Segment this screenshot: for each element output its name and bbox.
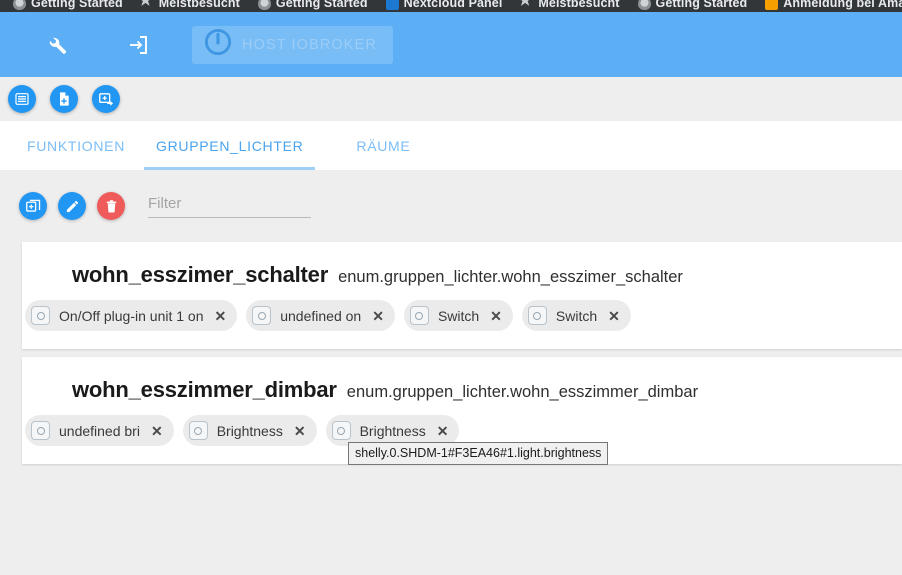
bookmark-label: Nextcloud Panel bbox=[403, 0, 503, 10]
host-iobroker-button[interactable]: HOST IOBROKER bbox=[192, 25, 393, 64]
enum-group-id: enum.gruppen_lichter.wohn_esszimmer_dimb… bbox=[346, 383, 699, 401]
shield-icon bbox=[637, 0, 651, 10]
chip-remove-icon[interactable]: ✕ bbox=[437, 424, 449, 438]
enum-group-id: enum.gruppen_lichter.wohn_esszimer_schal… bbox=[338, 268, 683, 286]
host-iobroker-label: HOST IOBROKER bbox=[242, 36, 377, 53]
state-object-icon bbox=[31, 421, 50, 440]
enum-group-header: wohn_esszimmer_dimbar enum.gruppen_lichte… bbox=[22, 357, 902, 415]
state-object-icon bbox=[188, 421, 208, 440]
enum-group-title: wohn_esszimmer_dimbar bbox=[72, 377, 337, 402]
enum-member-chip[interactable]: Switch ✕ bbox=[403, 300, 513, 331]
enum-member-label: undefined bri bbox=[59, 422, 140, 439]
star-icon bbox=[139, 0, 154, 10]
enum-member-label: undefined on bbox=[280, 307, 362, 324]
list-icon[interactable] bbox=[8, 85, 36, 113]
enum-group-list: wohn_esszimer_schalter enum.gruppen_licht… bbox=[22, 242, 902, 464]
enum-group-header: wohn_esszimer_schalter enum.gruppen_licht… bbox=[22, 242, 902, 300]
state-object-icon bbox=[31, 306, 50, 325]
browser-bookmarks-bar: Getting Started Meistbesucht Getting Start… bbox=[0, 0, 902, 12]
app-header-bar: HOST IOBROKER bbox=[0, 12, 902, 77]
bookmark-item[interactable]: Getting Started bbox=[629, 0, 757, 10]
bookmarks-list: Getting Started Meistbesucht Getting Start… bbox=[4, 0, 902, 12]
enum-member-chip-list: On/Off plug-in unit 1 on ✕ undefined on ✕ Sw… bbox=[22, 300, 902, 349]
state-object-icon bbox=[331, 421, 351, 440]
wrench-icon[interactable] bbox=[34, 22, 80, 68]
chip-remove-icon[interactable]: ✕ bbox=[294, 424, 306, 438]
object-id-tooltip: shelly.0.SHDM-1#F3EA46#1.light.brightnes… bbox=[348, 442, 609, 465]
tab-label: GRUPPEN_LICHTER bbox=[156, 137, 304, 154]
state-object-dot bbox=[194, 426, 203, 435]
bookmark-label: Anmeldung bei Amazon bbox=[783, 0, 902, 10]
bookmark-label: Getting Started bbox=[275, 0, 368, 10]
pencil-icon[interactable] bbox=[58, 192, 86, 220]
bookmark-item[interactable]: Meistbesucht bbox=[132, 0, 249, 10]
bookmark-label: Getting Started bbox=[655, 0, 748, 10]
amazon-icon bbox=[765, 0, 779, 10]
enum-member-label: Switch bbox=[555, 307, 598, 324]
tabs-list: FUNKTIONEN GRUPPEN_LICHTER RÄUME bbox=[0, 121, 902, 170]
state-object-dot bbox=[36, 311, 45, 320]
chip-remove-icon[interactable]: ✕ bbox=[151, 424, 163, 438]
state-object-dot bbox=[337, 426, 346, 435]
enum-group-card[interactable]: wohn_esszimer_schalter enum.gruppen_licht… bbox=[22, 242, 902, 349]
state-object-icon bbox=[409, 306, 429, 325]
enum-member-chip[interactable]: Brightness ✕ bbox=[182, 415, 317, 446]
bookmark-item[interactable]: Meistbesucht bbox=[511, 0, 628, 10]
bookmark-item[interactable]: Nextcloud Panel bbox=[377, 0, 512, 10]
trash-icon[interactable] bbox=[97, 192, 125, 220]
power-icon bbox=[203, 27, 233, 62]
filter-field-wrapper bbox=[148, 194, 311, 218]
file-plus-icon[interactable] bbox=[50, 85, 78, 113]
star-icon bbox=[518, 0, 533, 10]
add-group-icon[interactable] bbox=[92, 85, 120, 113]
enum-member-chip[interactable]: undefined bri ✕ bbox=[25, 415, 174, 446]
enum-member-label: Brightness bbox=[359, 422, 426, 439]
tab-funktionen[interactable]: FUNKTIONEN bbox=[8, 121, 144, 170]
enum-member-chip[interactable]: On/Off plug-in unit 1 on ✕ bbox=[25, 300, 238, 331]
bookmark-item[interactable]: Getting Started bbox=[249, 0, 377, 10]
enum-member-chip[interactable]: undefined on ✕ bbox=[246, 300, 395, 331]
chip-remove-icon[interactable]: ✕ bbox=[372, 309, 384, 323]
tab-gruppen-lichter[interactable]: GRUPPEN_LICHTER bbox=[144, 121, 316, 170]
secondary-toolbar bbox=[0, 77, 902, 121]
bookmark-item[interactable]: Getting Started bbox=[4, 0, 132, 10]
add-square-icon[interactable] bbox=[19, 192, 47, 220]
tab-r-ume[interactable]: RÄUME bbox=[315, 121, 451, 170]
chip-remove-icon[interactable]: ✕ bbox=[215, 309, 227, 323]
login-arrow-icon[interactable] bbox=[115, 22, 161, 68]
chip-remove-icon[interactable]: ✕ bbox=[490, 309, 502, 323]
enum-group-title: wohn_esszimer_schalter bbox=[72, 262, 329, 287]
filter-input[interactable] bbox=[148, 194, 311, 212]
enum-member-label: On/Off plug-in unit 1 on bbox=[59, 307, 204, 324]
state-object-icon bbox=[252, 306, 272, 325]
bookmark-label: Meistbesucht bbox=[538, 0, 620, 10]
enum-member-label: Brightness bbox=[216, 422, 283, 439]
shield-icon bbox=[13, 0, 26, 10]
enum-member-chip[interactable]: Switch ✕ bbox=[521, 300, 631, 331]
tab-label: RÄUME bbox=[356, 137, 411, 154]
nextcloud-icon bbox=[385, 0, 399, 10]
chip-remove-icon[interactable]: ✕ bbox=[608, 309, 620, 323]
enum-member-label: Switch bbox=[437, 307, 480, 324]
bookmark-label: Getting Started bbox=[31, 0, 123, 10]
state-object-icon bbox=[527, 306, 547, 325]
bookmark-item[interactable]: Anmeldung bei Amazon bbox=[756, 0, 902, 10]
tab-label: FUNKTIONEN bbox=[27, 137, 125, 154]
state-object-dot bbox=[257, 311, 266, 320]
shield-icon bbox=[257, 0, 271, 10]
enum-action-toolbar bbox=[0, 170, 902, 242]
state-object-dot bbox=[533, 311, 542, 320]
tabs-bar: FUNKTIONEN GRUPPEN_LICHTER RÄUME bbox=[0, 121, 902, 170]
state-object-dot bbox=[415, 311, 424, 320]
bookmark-label: Meistbesucht bbox=[158, 0, 240, 10]
state-object-dot bbox=[36, 426, 45, 435]
